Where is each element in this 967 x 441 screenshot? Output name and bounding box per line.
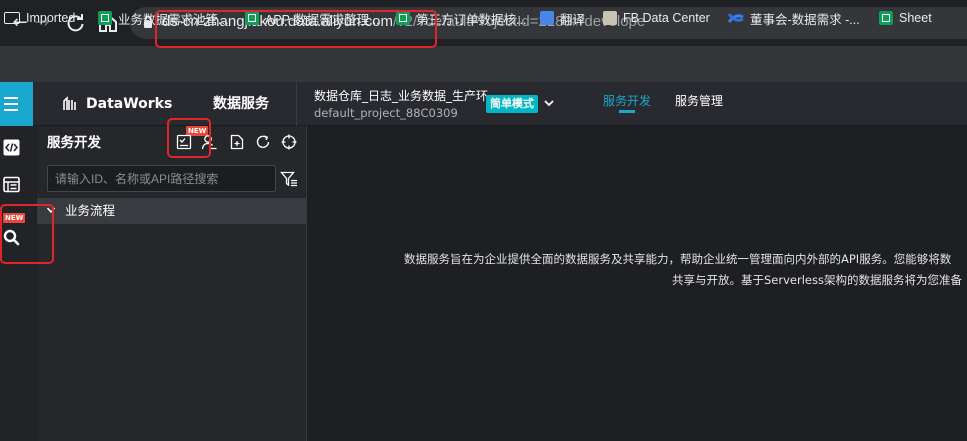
search-icon[interactable]: [3, 229, 20, 246]
bookmark-label: 董事会-数据需求 -...: [750, 12, 860, 27]
active-tab-indicator: [619, 110, 635, 113]
header-divider: [296, 82, 297, 126]
intro-text-line-2: 共享与开放。基于Serverless架构的数据服务将为您准备: [672, 273, 962, 287]
checklist-icon[interactable]: [176, 134, 192, 150]
bookmark-sheet[interactable]: Sheet: [879, 9, 932, 27]
fb-data-center-icon: [603, 11, 617, 25]
refresh-icon[interactable]: [255, 134, 271, 150]
bookmark-imported[interactable]: Imported: [4, 9, 75, 27]
filter-icon[interactable]: [280, 170, 298, 188]
new-badge: NEW: [3, 213, 26, 223]
bookmark-label: 翻译: [560, 12, 586, 27]
confluence-icon: [728, 13, 744, 23]
project-name[interactable]: 数据仓库_日志_业务数据_生产环: [314, 88, 488, 104]
google-translate-icon: [540, 11, 554, 25]
bookmark-third-party-orders[interactable]: 第三方订单数据核...: [396, 9, 526, 27]
screen: ← → ds-cn-zhangjiakou.data.aliyun.com/v2…: [0, 0, 967, 441]
panel-title: 服务开发: [47, 135, 101, 151]
bookmark-app-demand[interactable]: APP·数据需求整理...: [245, 9, 380, 27]
bookmark-label: Imported: [26, 11, 76, 25]
api-search-input[interactable]: [47, 165, 276, 192]
new-file-icon[interactable]: [229, 134, 245, 150]
tree-label: 业务流程: [65, 203, 116, 218]
bookmarks-bar: [0, 46, 967, 82]
table-icon[interactable]: [3, 176, 20, 193]
bookmark-label: Sheet: [899, 11, 932, 25]
tab-service-management[interactable]: 服务管理: [675, 93, 723, 109]
brand-name[interactable]: DataWorks: [86, 95, 172, 113]
dataworks-logo-icon: [63, 96, 76, 110]
sheets-icon: [98, 11, 112, 25]
bookmark-label: 业务数据需求池管...: [118, 12, 229, 27]
sheets-icon: [879, 11, 893, 25]
hamburger-menu-icon[interactable]: [0, 82, 33, 126]
bookmark-label: FB Data Center: [623, 11, 710, 25]
bookmark-fb-data-center[interactable]: FB Data Center: [603, 9, 710, 27]
folder-icon: [4, 12, 20, 24]
mode-badge: 简单模式: [486, 95, 538, 113]
bookmark-demand-pool[interactable]: 业务数据需求池管...: [98, 9, 228, 27]
project-id: default_project_88C0309: [314, 106, 458, 120]
left-rail: [0, 126, 36, 441]
user-icon[interactable]: [201, 134, 217, 150]
bookmark-board-demand[interactable]: 董事会-数据需求 -...: [728, 9, 860, 27]
code-icon[interactable]: [3, 139, 20, 156]
tab-service-development[interactable]: 服务开发: [603, 93, 651, 109]
sheets-icon: [245, 11, 259, 25]
chevron-down-icon[interactable]: [542, 96, 556, 110]
bookmark-label: APP·数据需求整理...: [265, 12, 380, 27]
module-name[interactable]: 数据服务: [213, 94, 269, 114]
sheets-icon: [396, 11, 410, 25]
caret-down-icon[interactable]: [46, 205, 56, 215]
bookmark-label: 第三方订单数据核...: [416, 12, 527, 27]
locate-icon[interactable]: [281, 134, 297, 150]
bookmark-translate[interactable]: 翻译: [540, 9, 585, 27]
intro-text-line-1: 数据服务旨在为企业提供全面的数据服务及共享能力，帮助企业统一管理面向内外部的AP…: [404, 252, 952, 266]
